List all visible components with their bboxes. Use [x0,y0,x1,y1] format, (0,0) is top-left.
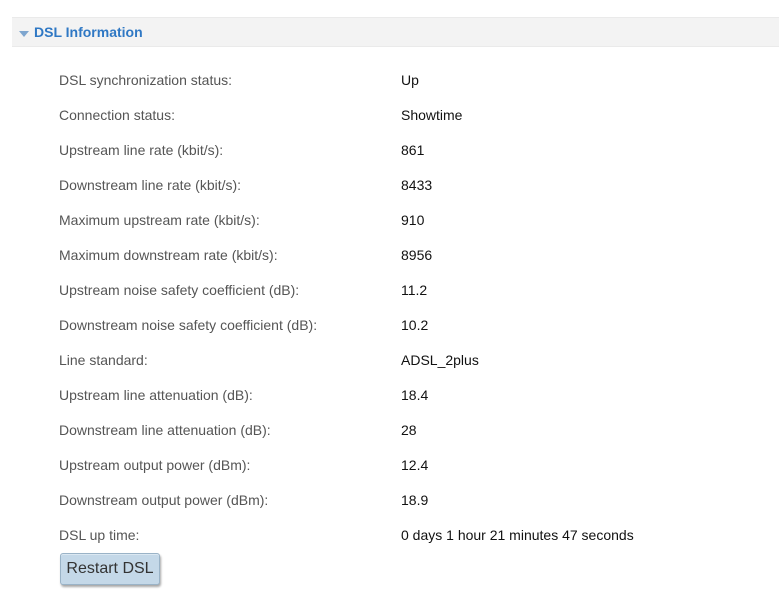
info-label: Upstream noise safety coefficient (dB): [59,282,300,298]
info-row-connection-status: Connection status: Showtime [59,105,739,140]
restart-dsl-button[interactable]: Restart DSL [60,553,160,585]
info-label: Upstream line attenuation (dB): [59,387,253,403]
info-label: Downstream line rate (kbit/s): [59,177,242,193]
info-label: Connection status: [59,107,175,123]
info-value: Showtime [401,107,463,123]
info-row-downstream-noise-margin: Downstream noise safety coefficient (dB)… [59,315,739,350]
info-value: 910 [401,212,425,228]
section-title: DSL Information [34,24,143,40]
info-value: 861 [401,142,425,158]
info-value: 8433 [401,177,433,193]
info-value: 18.9 [401,492,429,508]
info-label: DSL synchronization status: [59,72,233,88]
info-label: Upstream output power (dBm): [59,457,251,473]
info-value: 10.2 [401,317,429,333]
info-value: ADSL_2plus [401,352,479,368]
caret-down-icon[interactable] [19,31,29,37]
info-row-sync-status: DSL synchronization status: Up [59,70,739,105]
info-value: 0 days 1 hour 21 minutes 47 seconds [401,527,634,543]
info-row-line-standard: Line standard: ADSL_2plus [59,350,739,385]
info-row-downstream-line-rate: Downstream line rate (kbit/s): 8433 [59,175,739,210]
info-label: Upstream line rate (kbit/s): [59,142,224,158]
info-label: Maximum upstream rate (kbit/s): [59,212,260,228]
info-row-dsl-up-time: DSL up time: 0 days 1 hour 21 minutes 47… [59,525,739,560]
dsl-information-header[interactable]: DSL Information [12,17,779,47]
info-value: 28 [401,422,417,438]
info-row-upstream-attenuation: Upstream line attenuation (dB): 18.4 [59,385,739,420]
dsl-info-table: DSL synchronization status: Up Connectio… [59,70,739,560]
info-value: 11.2 [401,282,428,298]
info-value: 8956 [401,247,433,263]
info-label: Downstream line attenuation (dB): [59,422,271,438]
info-label: Downstream noise safety coefficient (dB)… [59,317,318,333]
info-row-max-downstream-rate: Maximum downstream rate (kbit/s): 8956 [59,245,739,280]
info-row-downstream-attenuation: Downstream line attenuation (dB): 28 [59,420,739,455]
info-row-upstream-noise-margin: Upstream noise safety coefficient (dB): … [59,280,739,315]
info-row-upstream-output-power: Upstream output power (dBm): 12.4 [59,455,739,490]
info-label: Line standard: [59,352,148,368]
info-value: 18.4 [401,387,429,403]
info-row-downstream-output-power: Downstream output power (dBm): 18.9 [59,490,739,525]
info-label: Maximum downstream rate (kbit/s): [59,247,278,263]
info-label: DSL up time: [59,527,140,543]
info-label: Downstream output power (dBm): [59,492,269,508]
info-value: 12.4 [401,457,429,473]
info-value: Up [401,72,419,88]
info-row-upstream-line-rate: Upstream line rate (kbit/s): 861 [59,140,739,175]
info-row-max-upstream-rate: Maximum upstream rate (kbit/s): 910 [59,210,739,245]
